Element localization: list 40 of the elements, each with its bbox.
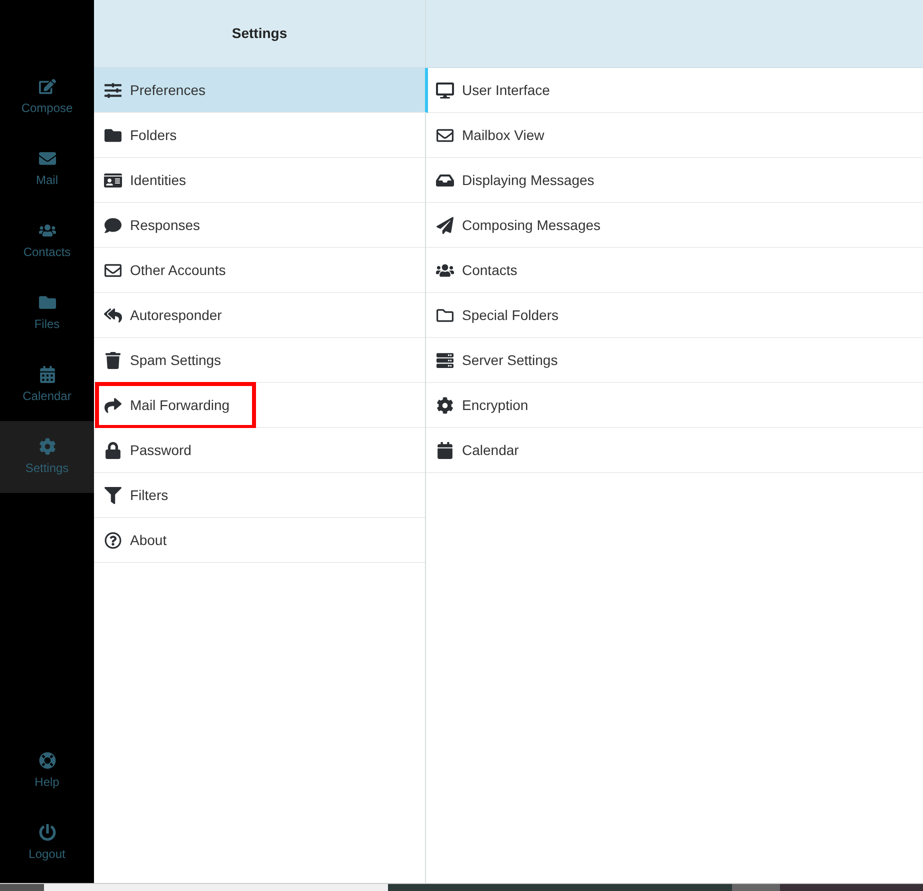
folder-icon <box>436 306 454 324</box>
calendar-icon <box>436 442 454 458</box>
help-icon <box>104 532 122 548</box>
preference-item[interactable]: Composing Messages <box>426 203 923 248</box>
folder-icon <box>38 294 56 310</box>
lock-icon <box>104 442 122 458</box>
preference-item[interactable]: Server Settings <box>426 338 923 383</box>
reply-all-icon <box>104 306 122 324</box>
users-icon <box>38 222 56 238</box>
calendar-icon <box>38 366 56 382</box>
preference-item[interactable]: Contacts <box>426 248 923 293</box>
server-icon <box>436 352 454 368</box>
monitor-icon <box>436 82 454 98</box>
settings-section-item[interactable]: Preferences <box>94 68 428 113</box>
inbox-icon <box>436 172 454 188</box>
sliders-icon <box>104 82 122 98</box>
preference-item[interactable]: Displaying Messages <box>426 158 923 203</box>
gear-icon <box>436 396 454 414</box>
settings-section-item[interactable]: Password <box>94 428 425 473</box>
folder-icon <box>104 126 122 144</box>
settings-icon <box>38 438 56 454</box>
id-card-icon <box>104 172 122 188</box>
filter-icon <box>104 486 122 504</box>
envelope-icon <box>436 126 454 144</box>
preference-item[interactable]: Calendar <box>426 428 923 473</box>
envelope-icon <box>38 150 56 166</box>
power-icon <box>38 824 56 840</box>
trash-icon <box>104 352 122 368</box>
paper-plane-icon <box>436 216 454 234</box>
preference-item[interactable]: Encryption <box>426 383 923 428</box>
panel-title: Settings <box>232 24 288 43</box>
lifebuoy-icon <box>38 752 56 768</box>
preference-item[interactable]: Special Folders <box>426 293 923 338</box>
speech-bubble-icon <box>104 216 122 234</box>
edit-icon <box>38 78 56 94</box>
envelope-icon <box>104 262 122 278</box>
preference-item[interactable]: Mailbox View <box>426 113 923 158</box>
forward-arrow-icon <box>104 396 122 414</box>
preference-item[interactable]: User Interface <box>426 68 923 113</box>
users-icon <box>436 262 454 278</box>
